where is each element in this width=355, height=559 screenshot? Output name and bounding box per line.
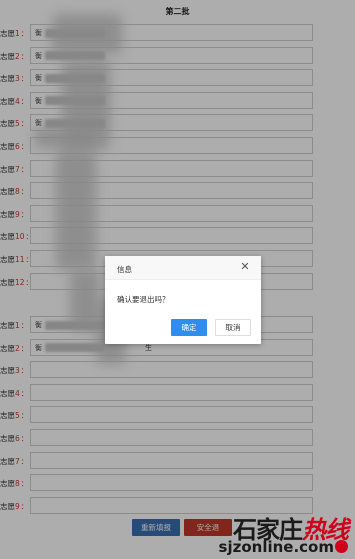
watermark-dot-icon: [335, 540, 348, 553]
dialog-title: 信息: [117, 265, 132, 274]
confirm-exit-dialog: 信息 ✕ 确认要退出吗？ 确定 取消: [105, 256, 261, 344]
close-icon[interactable]: ✕: [239, 261, 251, 273]
confirm-button[interactable]: 确定: [171, 319, 207, 336]
cancel-button[interactable]: 取消: [215, 319, 251, 336]
dialog-message: 确认要退出吗？: [117, 295, 170, 304]
watermark-domain: sjzonline.com: [219, 538, 348, 556]
site-watermark-logo: 石家庄热线 sjzonline.com: [206, 510, 352, 556]
dialog-header: 信息 ✕: [105, 256, 261, 280]
